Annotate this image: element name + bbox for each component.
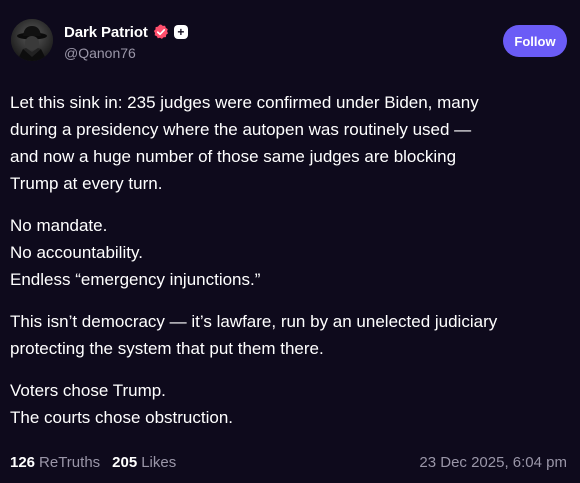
post-line: protecting the system that put them ther… xyxy=(10,339,324,358)
retruths-label: ReTruths xyxy=(39,454,101,471)
avatar-image xyxy=(11,19,53,61)
post-line: No accountability. xyxy=(10,243,143,262)
post-line: and now a huge number of those same judg… xyxy=(10,147,457,166)
post-line: The courts chose obstruction. xyxy=(10,408,234,427)
post-line: Voters chose Trump. xyxy=(10,381,166,400)
post-paragraph: This isn’t democracy — it’s lawfare, run… xyxy=(10,308,570,362)
plus-badge-icon: + xyxy=(173,25,188,39)
post-body: Let this sink in: 235 judges were confir… xyxy=(10,89,570,446)
verified-badge-icon xyxy=(153,24,169,40)
post-line: Let this sink in: 235 judges were confir… xyxy=(10,93,479,112)
post-line: Endless “emergency injunctions.” xyxy=(10,270,261,289)
post-paragraph: Voters chose Trump. The courts chose obs… xyxy=(10,377,570,431)
display-name[interactable]: Dark Patriot xyxy=(64,24,148,41)
post-line: This isn’t democracy — it’s lawfare, run… xyxy=(10,312,498,331)
post-line: during a presidency where the autopen wa… xyxy=(10,120,472,139)
post-paragraph: No mandate. No accountability. Endless “… xyxy=(10,212,570,293)
likes-label: Likes xyxy=(141,454,177,471)
post-footer: 126 ReTruths 205 Likes 23 Dec 2025, 6:04… xyxy=(10,454,570,474)
author-name-row: Dark Patriot + xyxy=(64,22,188,42)
likes-count: 205 xyxy=(112,454,138,471)
likes-stat[interactable]: 205 Likes xyxy=(112,454,176,471)
post-line: No mandate. xyxy=(10,216,108,235)
avatar[interactable] xyxy=(11,19,53,61)
post-card: Dark Patriot + @Qanon76 Follow Let this … xyxy=(0,0,580,483)
retruths-stat[interactable]: 126 ReTruths xyxy=(10,454,100,471)
retruths-count: 126 xyxy=(10,454,36,471)
post-stats: 126 ReTruths 205 Likes xyxy=(10,454,176,471)
author-handle[interactable]: @Qanon76 xyxy=(64,45,136,61)
post-paragraph: Let this sink in: 235 judges were confir… xyxy=(10,89,570,197)
post-timestamp[interactable]: 23 Dec 2025, 6:04 pm xyxy=(419,454,567,471)
follow-button[interactable]: Follow xyxy=(503,25,567,57)
post-line: Trump at every turn. xyxy=(10,174,163,193)
